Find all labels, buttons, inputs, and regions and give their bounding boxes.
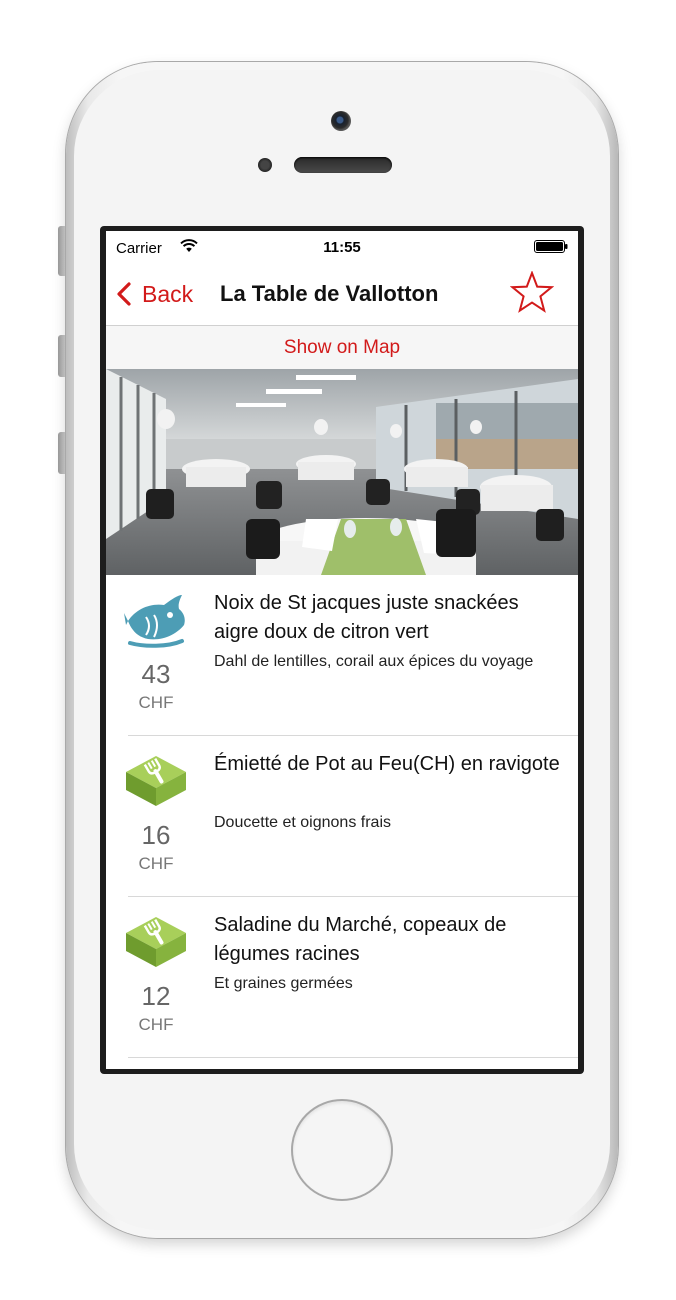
status-time: 11:55 [323,239,361,256]
menu-item[interactable]: 43 CHF Noix de St jacques juste snackées… [106,575,578,736]
mute-switch [58,226,66,276]
status-bar: Carrier 11:55 [106,231,578,265]
dish-description: Et graines germées [214,975,353,992]
fork-icon [126,756,186,806]
front-camera [331,111,351,131]
dish-description: Doucette et oignons frais [214,814,391,831]
navigation-bar: Back La Table de Vallotton [106,265,578,326]
dish-price: 16 [141,820,171,850]
fish-icon [124,595,185,648]
dish-title: Noix de St jacques juste snackées aigre … [214,592,519,643]
dish-price: 12 [141,981,171,1011]
menu-item[interactable]: 16 CHF Émietté de Pot au Feu(CH) en ravi… [106,736,578,897]
dish-currency: CHF [138,854,174,873]
map-link-bar: Show on Map [106,326,578,369]
volume-down-button [58,432,66,474]
show-on-map-link[interactable]: Show on Map [284,337,400,359]
battery-icon [534,240,568,253]
chevron-left-icon [117,282,131,306]
proximity-sensor [258,158,272,172]
star-outline-icon[interactable] [510,271,554,313]
back-label: Back [142,280,194,307]
page-title: La Table de Vallotton [220,281,439,306]
dish-currency: CHF [138,1015,174,1034]
volume-up-button [58,335,66,377]
back-button[interactable]: Back [116,277,193,311]
menu-item[interactable]: 12 CHF Saladine du Marché, copeaux de lé… [106,897,578,1058]
fork-icon [126,917,186,967]
dish-price: 43 [141,659,171,689]
earpiece-speaker [294,157,392,173]
dish-title: Saladine du Marché, copeaux de légumes r… [214,914,507,965]
menu-list: 43 CHF Noix de St jacques juste snackées… [106,575,578,1058]
screen: Carrier 11:55 Back La Table de Vallotton… [106,231,578,1069]
restaurant-photo [106,369,578,575]
dish-currency: CHF [138,693,174,712]
dish-title: Émietté de Pot au Feu(CH) en ravigote [214,753,560,775]
dish-description: Dahl de lentilles, corail aux épices du … [214,653,534,670]
home-button[interactable] [291,1099,393,1201]
